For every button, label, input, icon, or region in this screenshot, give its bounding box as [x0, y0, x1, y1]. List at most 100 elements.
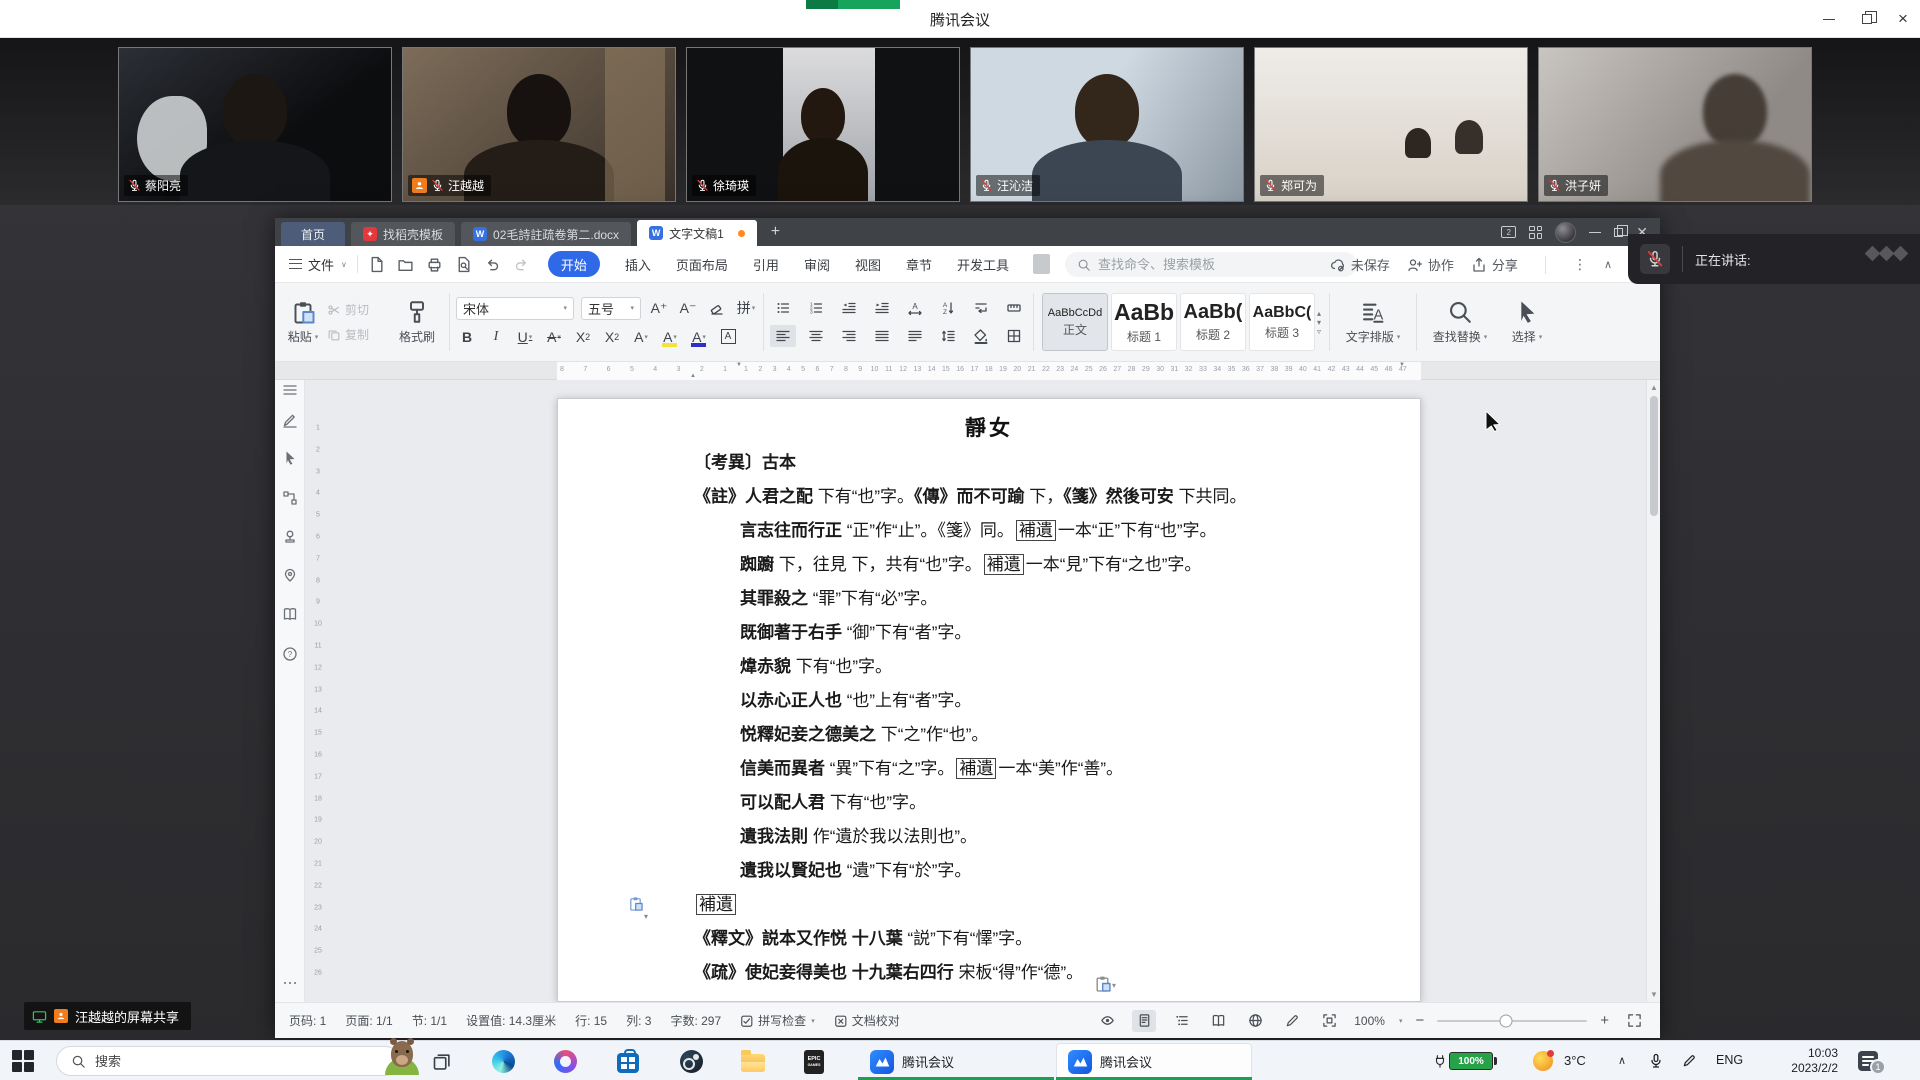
node-edit-icon[interactable]: [282, 490, 298, 506]
participant-tile-3[interactable]: 汪沁洁: [970, 47, 1244, 202]
document-canvas[interactable]: 靜女 〔考異〕古本《註》人君之配 下有“也”字。《傳》而不可踰 下，《箋》然後可…: [331, 380, 1646, 1002]
share-button[interactable]: 分享: [1471, 255, 1518, 274]
ink-mode-button[interactable]: [1280, 1010, 1304, 1032]
preview-button[interactable]: [455, 256, 472, 273]
taskbar-search-input[interactable]: [95, 1054, 275, 1069]
borders-button[interactable]: [1001, 325, 1027, 347]
weather-sun-icon[interactable]: [1533, 1051, 1553, 1071]
wps-restore-icon[interactable]: [1614, 228, 1623, 237]
outline-view-button[interactable]: [1169, 1010, 1193, 1032]
right-indent-marker[interactable]: ▼: [1399, 362, 1405, 368]
command-search-box[interactable]: [1065, 252, 1357, 277]
page-view-button[interactable]: [1132, 1010, 1156, 1032]
clear-format-button[interactable]: [706, 297, 728, 319]
select-cursor-icon[interactable]: [282, 450, 298, 466]
distribute-button[interactable]: [902, 325, 928, 347]
horizontal-ruler[interactable]: 8765432112345678910111213141516171819202…: [275, 362, 1660, 380]
temperature[interactable]: 3°C: [1564, 1053, 1586, 1068]
subscript-button[interactable]: X2: [601, 326, 623, 348]
fit-page-button[interactable]: [1317, 1010, 1341, 1032]
style-card-标题 2[interactable]: AaBb( 标题 2: [1180, 293, 1246, 351]
taskbar-app-task-view[interactable]: [422, 1045, 462, 1078]
pinyin-guide-button[interactable]: 拼▾: [735, 297, 757, 319]
change-case-button[interactable]: A▾: [630, 326, 652, 348]
command-search-input[interactable]: [1098, 257, 1328, 272]
italic-button[interactable]: I: [485, 326, 507, 348]
wrap-mark-button[interactable]: [968, 297, 994, 319]
superscript-button[interactable]: X2: [572, 326, 594, 348]
decrease-font-button[interactable]: A⁻: [677, 297, 699, 319]
align-right-button[interactable]: [836, 325, 862, 347]
style-card-正文[interactable]: AaBbCcDd 正文: [1042, 293, 1108, 351]
indent-decrease-button[interactable]: [836, 297, 862, 319]
format-painter-button[interactable]: 格式刷: [391, 299, 443, 345]
taskbar-app-edge[interactable]: [483, 1045, 523, 1078]
signature-pen-icon[interactable]: [282, 412, 298, 428]
pin-icon[interactable]: [282, 567, 298, 583]
participant-tile-1[interactable]: 汪越越: [402, 47, 676, 202]
align-left-button[interactable]: [770, 325, 796, 347]
new-tab-button[interactable]: +: [771, 223, 780, 241]
fullscreen-button[interactable]: [1622, 1010, 1646, 1032]
read-mode-button[interactable]: [1206, 1010, 1230, 1032]
participant-tile-0[interactable]: 蔡阳亮: [118, 47, 392, 202]
taskbar-app-epic[interactable]: EPICGAMES: [794, 1045, 834, 1078]
tray-pen-icon[interactable]: [1682, 1053, 1697, 1068]
select-button[interactable]: 选择▾: [1497, 299, 1557, 345]
ribbon-tab-开发工具[interactable]: 开发工具: [957, 255, 1009, 274]
help-icon[interactable]: ?: [282, 646, 298, 662]
restore-button[interactable]: [1852, 8, 1882, 30]
numbered-list-button[interactable]: 123: [803, 297, 829, 319]
highlight-color-button[interactable]: A▾: [659, 326, 681, 348]
first-line-indent-marker[interactable]: ▼: [736, 362, 742, 368]
zoom-in-button[interactable]: +: [1600, 1012, 1609, 1029]
save-status[interactable]: 未保存: [1330, 255, 1390, 274]
strikethrough-button[interactable]: A▾: [543, 326, 565, 348]
printer-button[interactable]: [426, 256, 443, 273]
ribbon-tab-视图[interactable]: 视图: [855, 255, 881, 274]
align-center-button[interactable]: [803, 325, 829, 347]
stamp-icon[interactable]: [282, 529, 298, 545]
doc-new-button[interactable]: [368, 256, 385, 273]
taskbar-app-office[interactable]: [545, 1045, 585, 1078]
styles-gallery-arrows[interactable]: ▴▾▿: [1315, 304, 1323, 341]
doc-open-button[interactable]: [397, 256, 414, 273]
scroll-down-icon[interactable]: ▼: [1647, 990, 1661, 999]
participant-tile-2[interactable]: 徐琦瑛: [686, 47, 960, 202]
eye-protect-icon[interactable]: [1095, 1010, 1119, 1032]
close-button[interactable]: ×: [1888, 8, 1918, 30]
document-tab-2[interactable]: W02毛詩註疏卷第二.docx: [461, 222, 631, 246]
taskbar-meeting-window-0[interactable]: 腾讯会议: [858, 1043, 1054, 1080]
bold-button[interactable]: B: [456, 326, 478, 348]
ribbon-tab-插入[interactable]: 插入: [625, 255, 651, 274]
input-language[interactable]: ENG: [1716, 1053, 1743, 1067]
paste-button[interactable]: 粘贴▾: [281, 299, 325, 345]
proofread-toggle[interactable]: 文档校对: [834, 1012, 900, 1029]
account-avatar[interactable]: [1555, 222, 1576, 243]
participant-tile-4[interactable]: 郑可为: [1254, 47, 1528, 202]
document-page[interactable]: 靜女 〔考異〕古本《註》人君之配 下有“也”字。《傳》而不可踰 下，《箋》然後可…: [557, 398, 1421, 1002]
participant-tile-5[interactable]: 洪子妍: [1538, 47, 1812, 202]
indent-increase-button[interactable]: [869, 297, 895, 319]
text-layout-button[interactable]: A 文字排版▾: [1336, 299, 1410, 345]
vertical-ruler[interactable]: 1234567891011121314151617181920212223242…: [305, 380, 331, 1002]
scrollbar-thumb[interactable]: [1650, 396, 1658, 516]
ribbon-tab-章节[interactable]: 章节: [906, 255, 932, 274]
document-tab-0[interactable]: 首页: [281, 222, 345, 246]
undo-button[interactable]: [484, 256, 501, 273]
taskbar-search[interactable]: [56, 1046, 400, 1076]
taskbar-app-explorer[interactable]: [733, 1045, 773, 1078]
taskbar-app-store[interactable]: [608, 1045, 648, 1078]
copy-button[interactable]: 复制: [327, 326, 389, 343]
book-icon[interactable]: [282, 606, 298, 622]
notification-center-icon[interactable]: 1: [1858, 1051, 1878, 1071]
document-tab-3[interactable]: W文字文稿1: [637, 220, 757, 246]
minimize-button[interactable]: [1814, 8, 1844, 30]
find-replace-button[interactable]: 查找替换▾: [1423, 299, 1497, 345]
char-scale-button[interactable]: A: [902, 297, 928, 319]
taskbar-app-steam[interactable]: [671, 1045, 711, 1078]
scroll-up-icon[interactable]: ▲: [1647, 383, 1661, 392]
zoom-slider[interactable]: [1437, 1020, 1587, 1022]
file-menu-button[interactable]: 文件∨: [289, 255, 347, 274]
font-family-select[interactable]: 宋体▾: [456, 297, 574, 320]
